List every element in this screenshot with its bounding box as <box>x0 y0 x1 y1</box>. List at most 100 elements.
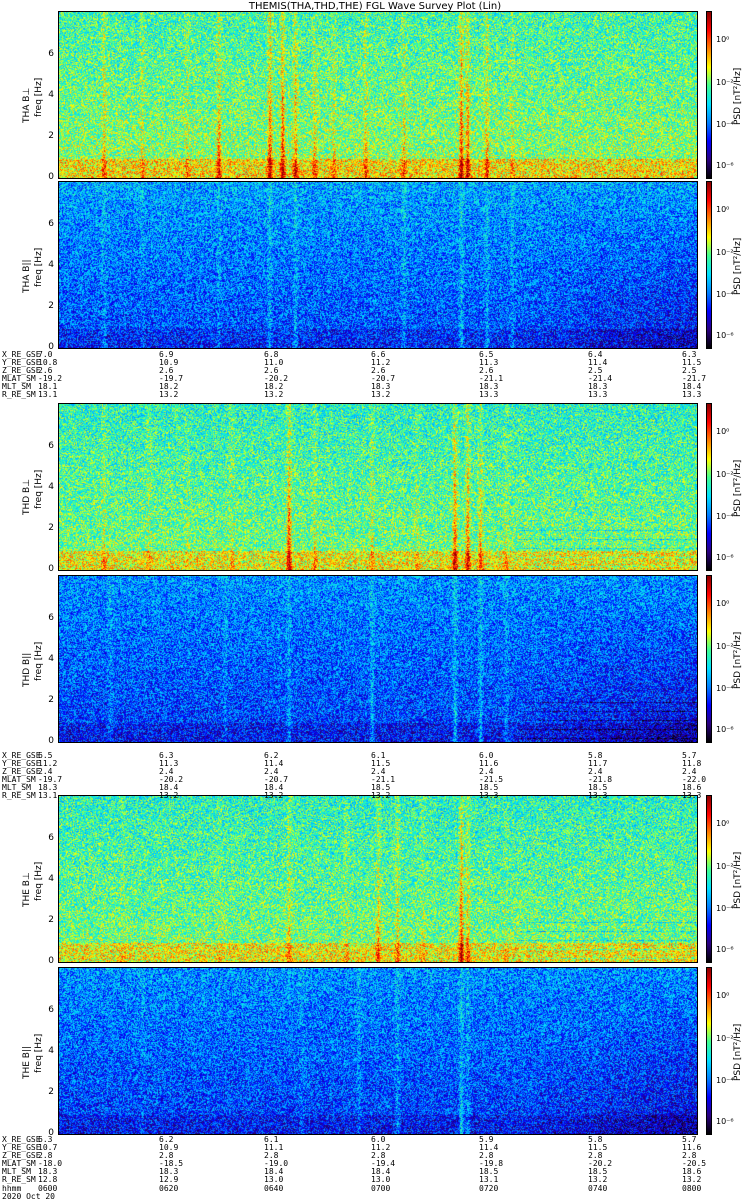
ephemeris-value: 13.3 <box>682 791 702 801</box>
y-tick-label: 4 <box>48 1046 54 1056</box>
y-tick-label: 6 <box>48 49 54 59</box>
y-tick-label: 2 <box>48 695 54 705</box>
y-tick-label: 6 <box>48 219 54 229</box>
colorbar-tick: 10⁻² <box>716 470 734 480</box>
spectrogram-canvas <box>59 404 697 570</box>
ephemeris-table-thd: X_RE_GSE 6.5 6.3 6.2 6.1 6.0 5.8 5.7 Y_RE_GSE 11.… <box>2 751 747 801</box>
y-tick-label: 2 <box>48 131 54 141</box>
y-tick-label: 2 <box>48 301 54 311</box>
colorbar-tick: 10⁻⁶ <box>716 724 734 734</box>
panel-label: THA B⊥ <box>22 87 32 123</box>
colorbar-tick: 10⁰ <box>716 818 730 828</box>
colorbar-tick: 10⁻² <box>716 78 734 88</box>
panel-label: THD B|| <box>22 652 32 687</box>
y-tick-label: 6 <box>48 833 54 843</box>
y-tick-label: 2 <box>48 915 54 925</box>
ephemeris-value: 13.3 <box>588 791 608 801</box>
ephemeris-value: 13.3 <box>588 390 608 400</box>
ephemeris-label: R_RE_SM <box>2 390 36 400</box>
colorbar-tick: 10⁻² <box>716 1034 734 1044</box>
spectrogram-canvas <box>59 12 697 178</box>
ephemeris-value: 13.2 <box>371 791 391 801</box>
colorbar <box>706 795 712 963</box>
colorbar-tick: 10⁻² <box>716 642 734 652</box>
y-tick-label: 2 <box>48 523 54 533</box>
y-tick-label: 0 <box>48 736 54 746</box>
colorbar-tick: 10⁰ <box>716 598 730 608</box>
colorbar <box>706 181 712 349</box>
y-tick-label: 4 <box>48 874 54 884</box>
colorbar-tick: 10⁻⁶ <box>716 1116 734 1126</box>
colorbar <box>706 403 712 571</box>
panel-label: THE B⊥ <box>22 872 32 907</box>
colorbar-tick: 10⁻⁴ <box>716 1076 734 1086</box>
panel-label: THE B|| <box>22 1045 32 1079</box>
ephemeris-value: 13.3 <box>479 390 499 400</box>
ephemeris-value: 0700 <box>371 1183 391 1193</box>
ephemeris-value: 13.2 <box>371 390 391 400</box>
y-tick-label: 4 <box>48 482 54 492</box>
colorbar-tick: 10⁻⁶ <box>716 330 734 340</box>
ephemeris-table-the: X_RE_GSE 6.3 6.2 6.1 6.0 5.9 5.8 5.7 Y_RE_GSE 10.… <box>2 1135 747 1201</box>
colorbar-label: PSD [nT²/Hz] <box>733 1023 743 1081</box>
ephemeris-value: 0720 <box>479 1183 499 1193</box>
colorbar-tick: 10⁻² <box>716 862 734 872</box>
colorbar-tick: 10⁰ <box>716 426 730 436</box>
spectrogram-the-bperp <box>58 795 698 963</box>
colorbar <box>706 967 712 1135</box>
y-tick-label: 4 <box>48 260 54 270</box>
colorbar-label: PSD [nT²/Hz] <box>733 851 743 909</box>
y-tick-label: 6 <box>48 441 54 451</box>
panel-label: THA B|| <box>22 259 32 293</box>
ephemeris-label: R_RE_SM <box>2 791 36 801</box>
ephemeris-value: 13.3 <box>479 791 499 801</box>
y-tick-label: 0 <box>48 564 54 574</box>
spectrogram-tha-bpar <box>58 181 698 349</box>
spectrogram-canvas <box>59 968 697 1134</box>
colorbar-tick: 10⁰ <box>716 990 730 1000</box>
colorbar-tick: 10⁻⁶ <box>716 160 734 170</box>
y-tick-label: 0 <box>48 172 54 182</box>
colorbar-tick: 10⁰ <box>716 204 730 214</box>
ephemeris-value: 13.1 <box>38 791 58 801</box>
spectrogram-the-bpar <box>58 967 698 1135</box>
ephemeris-value: 0620 <box>159 1183 179 1193</box>
ephemeris-value: 13.2 <box>159 390 179 400</box>
ephemeris-value: 13.3 <box>682 390 702 400</box>
colorbar-tick: 10⁻⁴ <box>716 290 734 300</box>
y-tick-label: 2 <box>48 1087 54 1097</box>
y-tick-label: 4 <box>48 654 54 664</box>
colorbar-tick: 10⁻⁴ <box>716 512 734 522</box>
spectrogram-thd-bpar <box>58 575 698 743</box>
ephemeris-row: R_RE_SM 13.1 13.2 13.2 13.2 13.3 13.3 13.3 <box>2 792 747 800</box>
colorbar-tick: 10⁻² <box>716 248 734 258</box>
y-tick-label: 4 <box>48 90 54 100</box>
colorbar-tick: 10⁻⁴ <box>716 120 734 130</box>
y-tick-label: 6 <box>48 613 54 623</box>
spectrogram-canvas <box>59 796 697 962</box>
spectrogram-canvas <box>59 576 697 742</box>
colorbar-label: PSD [nT²/Hz] <box>733 459 743 517</box>
spectrogram-canvas <box>59 182 697 348</box>
y-tick-label: 6 <box>48 1005 54 1015</box>
colorbar-label: PSD [nT²/Hz] <box>733 631 743 689</box>
colorbar-tick: 10⁻⁶ <box>716 944 734 954</box>
ephemeris-value: 13.2 <box>264 390 284 400</box>
y-tick-label: 0 <box>48 956 54 966</box>
ephemeris-table-tha: X_RE_GSE 7.0 6.9 6.8 6.6 6.5 6.4 6.3 Y_RE_GSE 10.… <box>2 350 747 400</box>
ephemeris-value: 0800 <box>682 1183 702 1193</box>
colorbar <box>706 575 712 743</box>
spectrogram-tha-bperp <box>58 11 698 179</box>
ephemeris-value: 13.2 <box>159 791 179 801</box>
panel-label: THD B⊥ <box>22 478 32 515</box>
colorbar-label: PSD [nT²/Hz] <box>733 237 743 295</box>
ephemeris-value: 13.2 <box>264 791 284 801</box>
spectrogram-thd-bperp <box>58 403 698 571</box>
colorbar <box>706 11 712 179</box>
ephemeris-value: 13.1 <box>38 390 58 400</box>
colorbar-tick: 10⁻⁴ <box>716 684 734 694</box>
ephemeris-value: 0740 <box>588 1183 608 1193</box>
ephemeris-row: R_RE_SM 13.1 13.2 13.2 13.2 13.3 13.3 13.3 <box>2 391 747 399</box>
colorbar-tick: 10⁻⁴ <box>716 904 734 914</box>
colorbar-label: PSD [nT²/Hz] <box>733 67 743 125</box>
